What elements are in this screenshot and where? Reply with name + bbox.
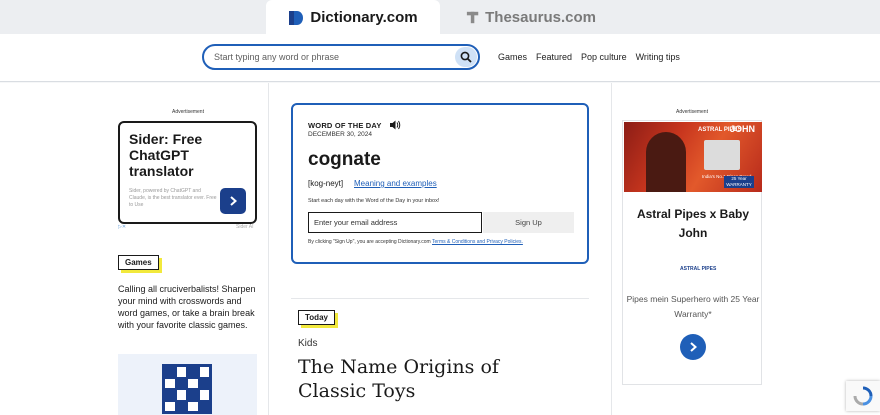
today-badge[interactable]: Today <box>298 310 335 325</box>
terms-prefix: By clicking "Sign Up", you are accepting… <box>308 239 431 245</box>
games-description: Calling all cruciverbalists! Sharpen you… <box>118 284 256 330</box>
meaning-and-examples-link[interactable]: Meaning and examples <box>354 179 437 188</box>
wotd-word[interactable]: cognate <box>308 149 381 171</box>
recaptcha-icon <box>853 386 873 406</box>
terms-link[interactable]: Terms & Conditions and Privacy Policies. <box>432 239 523 245</box>
ad-figure-image <box>646 132 686 192</box>
word-of-the-day-card: WORD OF THE DAY DECEMBER 30, 2024 cognat… <box>291 103 589 264</box>
article-category[interactable]: Kids <box>298 338 317 349</box>
games-tile[interactable] <box>118 354 257 415</box>
crossword-icon <box>162 364 212 414</box>
search-icon <box>460 51 472 63</box>
nav-writing-tips[interactable]: Writing tips <box>636 52 680 62</box>
tab-dictionary[interactable]: Dictionary.com <box>266 0 440 35</box>
nav-games[interactable]: Games <box>498 52 527 62</box>
tab-thesaurus-label: Thesaurus.com <box>485 8 596 26</box>
sider-ad-arrow-button[interactable] <box>220 188 246 214</box>
astral-ad[interactable]: ASTRAL PIPES JOHN India's No.1 Pipes Bra… <box>622 120 762 385</box>
advertisement-label: Advertisement <box>172 109 204 115</box>
astral-ad-banner[interactable]: ASTRAL PIPES JOHN India's No.1 Pipes Bra… <box>624 122 762 192</box>
chevron-right-icon <box>690 342 698 352</box>
astral-ad-subtitle: Pipes mein Superhero with 25 Year Warran… <box>626 294 760 319</box>
sider-ad[interactable]: Sider: Free ChatGPT translator Sider, po… <box>118 121 257 224</box>
column-divider <box>611 83 612 415</box>
site-header: Games Featured Pop culture Writing tips <box>0 34 880 82</box>
nav-featured[interactable]: Featured <box>536 52 572 62</box>
sider-ad-footer: Sider AI <box>236 224 254 230</box>
search-bar <box>202 44 480 70</box>
chevron-right-icon <box>230 196 238 206</box>
nav-pop-culture[interactable]: Pop culture <box>581 52 627 62</box>
astral-logo: ASTRAL PIPES <box>680 266 717 272</box>
wotd-label: WORD OF THE DAY <box>308 121 382 130</box>
tab-dictionary-label: Dictionary.com <box>310 9 418 26</box>
tab-thesaurus[interactable]: Thesaurus.com <box>466 0 596 34</box>
games-badge[interactable]: Games <box>118 255 159 270</box>
main-nav: Games Featured Pop culture Writing tips <box>498 52 680 62</box>
column-divider <box>268 83 269 415</box>
sign-up-button[interactable]: Sign Up <box>483 212 574 233</box>
thesaurus-logo-icon <box>466 11 479 23</box>
search-button[interactable] <box>455 47 477 67</box>
astral-ad-title: Astral Pipes x Baby John <box>636 207 750 240</box>
adchoices-icon[interactable]: ▷✕ <box>118 224 126 230</box>
ad-banner-john: JOHN <box>730 124 756 134</box>
astral-ad-arrow-button[interactable] <box>680 334 706 360</box>
site-tabs: Dictionary.com Thesaurus.com <box>0 0 880 35</box>
ad-pipes-image <box>704 140 740 170</box>
wotd-signup-prompt: Start each day with the Word of the Day … <box>308 198 440 204</box>
article-headline[interactable]: The Name Origins of Classic Toys <box>298 355 568 403</box>
terms-notice: By clicking "Sign Up", you are accepting… <box>308 239 523 245</box>
wotd-date: DECEMBER 30, 2024 <box>308 131 372 138</box>
ad-banner-warranty: 25 Year WARRANTY <box>724 176 754 188</box>
advertisement-label: Advertisement <box>676 109 708 115</box>
speaker-icon[interactable] <box>389 119 401 131</box>
search-input[interactable] <box>214 52 444 62</box>
section-divider <box>291 298 589 299</box>
email-field[interactable] <box>308 212 482 233</box>
sider-ad-subtitle: Sider, powered by ChatGPT and Claude, is… <box>129 188 217 208</box>
dictionary-logo-icon <box>289 10 304 25</box>
sider-ad-title: Sider: Free ChatGPT translator <box>129 131 203 179</box>
wotd-pronunciation: [kog-neyt] <box>308 179 344 188</box>
recaptcha-badge[interactable] <box>846 381 880 411</box>
